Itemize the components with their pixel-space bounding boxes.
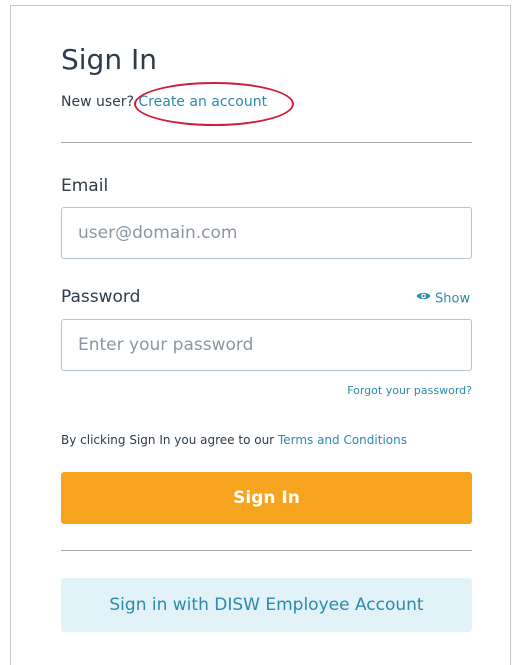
signin-button[interactable]: Sign In: [61, 472, 472, 524]
password-field[interactable]: [61, 319, 472, 371]
create-account-link[interactable]: Create an account: [138, 94, 267, 110]
eye-icon: [416, 289, 431, 307]
terms-agreement: By clicking Sign In you agree to our Ter…: [61, 432, 407, 448]
email-field[interactable]: [61, 207, 472, 259]
agree-text: By clicking Sign In you agree to our: [61, 433, 278, 447]
password-label: Password: [61, 287, 141, 307]
divider-bottom: [61, 550, 472, 551]
new-user-text: New user?: [61, 94, 134, 110]
email-label: Email: [61, 176, 109, 196]
show-label: Show: [435, 291, 471, 307]
employee-signin-button[interactable]: Sign in with DISW Employee Account: [61, 578, 472, 632]
page-title: Sign In: [61, 43, 157, 76]
new-user-line: New user? Create an account: [61, 93, 267, 111]
terms-link[interactable]: Terms and Conditions: [278, 433, 407, 447]
forgot-password-link[interactable]: Forgot your password?: [347, 384, 472, 398]
divider-top: [61, 142, 472, 143]
show-password-toggle[interactable]: Show: [416, 290, 470, 309]
